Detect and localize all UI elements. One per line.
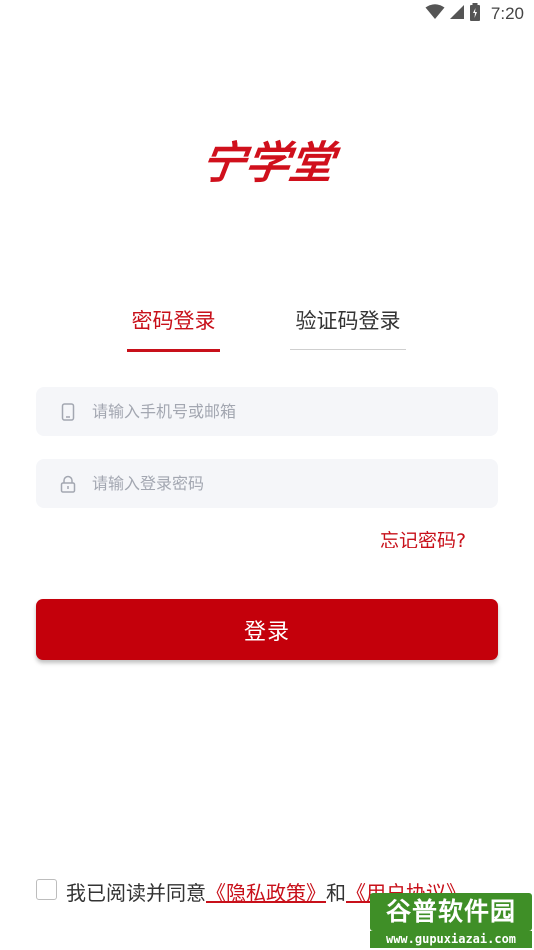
agreement-connector: 和 (326, 881, 346, 905)
app-logo: 宁学堂 (180, 128, 355, 190)
agreement-prefix: 我已阅读并同意 (66, 881, 206, 905)
phone-field (36, 387, 498, 436)
watermark-title: 谷普软件园 (385, 897, 516, 926)
forgot-password-link[interactable]: 忘记密码? (380, 526, 490, 548)
lock-icon (58, 474, 78, 494)
login-button[interactable]: 登录 (36, 599, 498, 660)
wifi-icon (425, 4, 445, 24)
tab-divider (290, 349, 406, 350)
tab-label: 密码登录 (131, 309, 216, 333)
status-icons: 7:20 (425, 3, 524, 25)
tab-label: 验证码登录 (295, 309, 401, 333)
password-field (36, 459, 498, 508)
tab-active-indicator (127, 349, 220, 352)
password-input[interactable] (92, 459, 498, 508)
watermark-url: www.gupuxiazai.com (370, 931, 532, 948)
status-time: 7:20 (490, 4, 524, 23)
watermark: 谷普软件园 www.gupuxiazai.com (370, 893, 532, 948)
logo-text: 宁学堂 (197, 138, 337, 189)
battery-icon (469, 3, 481, 25)
status-bar: 7:20 (0, 0, 534, 28)
signal-icon (449, 4, 465, 24)
phone-icon (58, 402, 78, 422)
agreement-checkbox[interactable] (36, 879, 57, 900)
tab-code-login[interactable]: 验证码登录 (290, 306, 406, 352)
phone-input[interactable] (92, 387, 498, 436)
privacy-policy-link[interactable]: 《隐私政策》 (206, 881, 326, 905)
tab-password-login[interactable]: 密码登录 (127, 306, 220, 352)
